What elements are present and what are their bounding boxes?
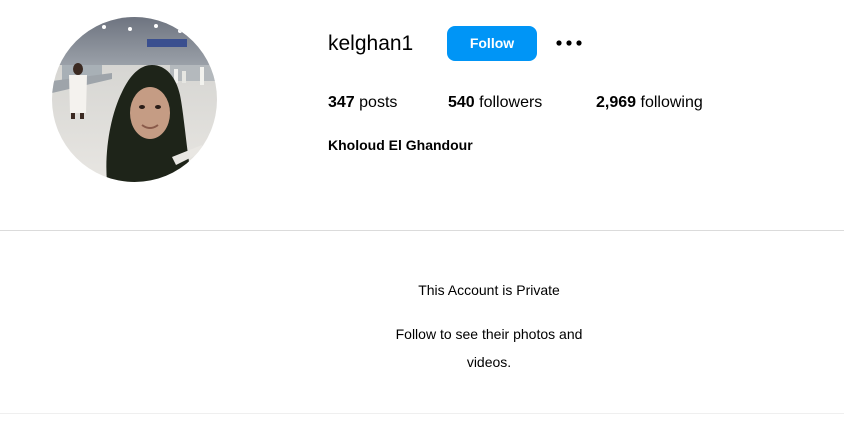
posts-stat: 347 posts [328, 92, 397, 114]
following-stat[interactable]: 2,969 following [596, 92, 703, 114]
section-divider [0, 230, 844, 231]
following-label: following [640, 94, 703, 111]
bottom-divider [0, 413, 844, 414]
followers-count: 540 [448, 94, 475, 111]
more-horizontal-icon [556, 40, 582, 46]
profile-avatar[interactable] [52, 17, 217, 182]
follow-button[interactable]: Follow [447, 26, 537, 61]
more-options-button[interactable] [553, 30, 585, 56]
followers-stat[interactable]: 540 followers [448, 92, 542, 114]
avatar-photo [52, 17, 217, 182]
posts-count: 347 [328, 94, 355, 111]
posts-label: posts [359, 94, 398, 111]
private-account-subtitle: Follow to see their photos and videos. [395, 326, 583, 370]
followers-label: followers [479, 94, 543, 111]
profile-username: kelghan1 [328, 32, 414, 55]
following-count: 2,969 [596, 94, 637, 111]
private-account-title: This Account is Private [418, 282, 560, 298]
profile-full-name: Kholoud El Ghandour [328, 137, 473, 153]
